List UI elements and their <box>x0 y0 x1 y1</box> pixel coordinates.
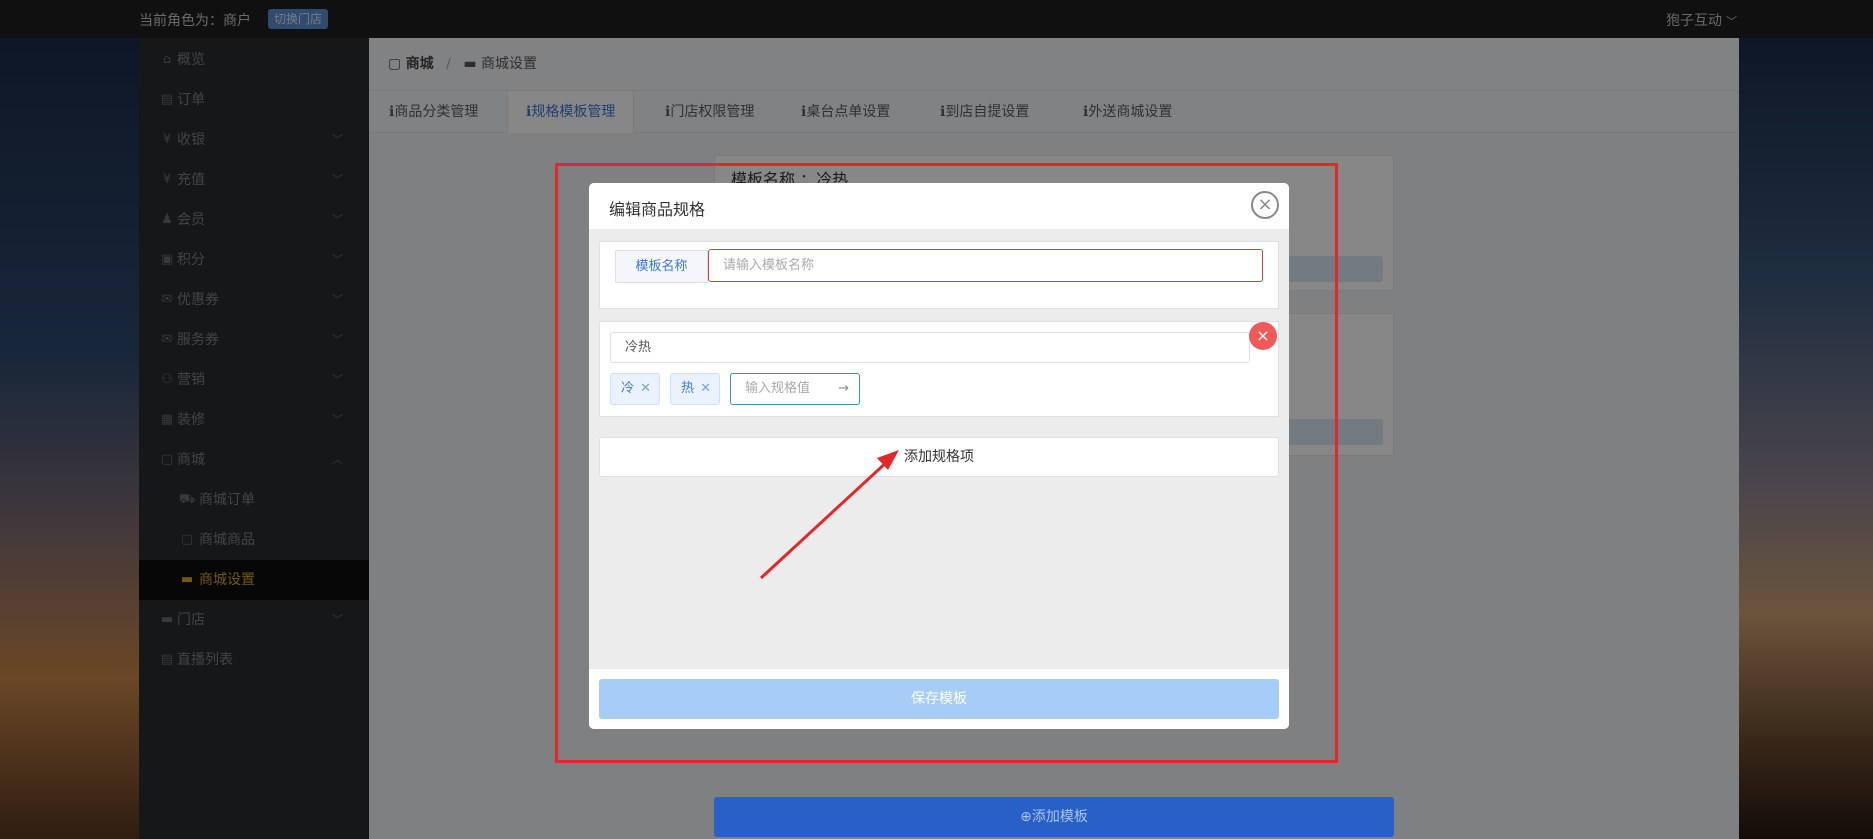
add-template-label: 添加模板 <box>1031 809 1088 825</box>
plus-circle-icon: ⊕ <box>1020 809 1032 825</box>
add-template-button[interactable]: ⊕添加模板 <box>714 797 1394 837</box>
annotation-highlight-box <box>555 163 1338 763</box>
